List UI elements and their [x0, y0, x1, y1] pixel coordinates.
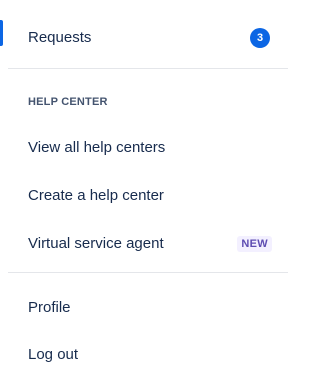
- new-badge: NEW: [237, 236, 272, 252]
- menu-divider: [8, 68, 288, 69]
- log-out-label: Log out: [28, 346, 79, 363]
- requests-label: Requests: [28, 29, 92, 46]
- menu-item-log-out[interactable]: Log out: [28, 345, 272, 365]
- menu-item-create-help-center[interactable]: Create a help center: [28, 186, 272, 206]
- selected-indicator: [0, 20, 3, 46]
- help-center-heading: HELP CENTER: [28, 96, 108, 108]
- create-help-center-label: Create a help center: [28, 187, 164, 204]
- menu-item-virtual-service-agent[interactable]: Virtual service agent NEW: [28, 234, 272, 254]
- menu-item-profile[interactable]: Profile: [28, 298, 272, 318]
- profile-menu: Requests 3 HELP CENTER View all help cen…: [0, 0, 288, 374]
- menu-item-requests[interactable]: Requests 3: [28, 28, 272, 48]
- virtual-service-agent-label: Virtual service agent: [28, 235, 164, 252]
- profile-label: Profile: [28, 299, 71, 316]
- requests-count-badge: 3: [250, 28, 270, 48]
- menu-item-view-all-help-centers[interactable]: View all help centers: [28, 138, 272, 158]
- menu-divider: [8, 272, 288, 273]
- view-all-help-centers-label: View all help centers: [28, 139, 166, 156]
